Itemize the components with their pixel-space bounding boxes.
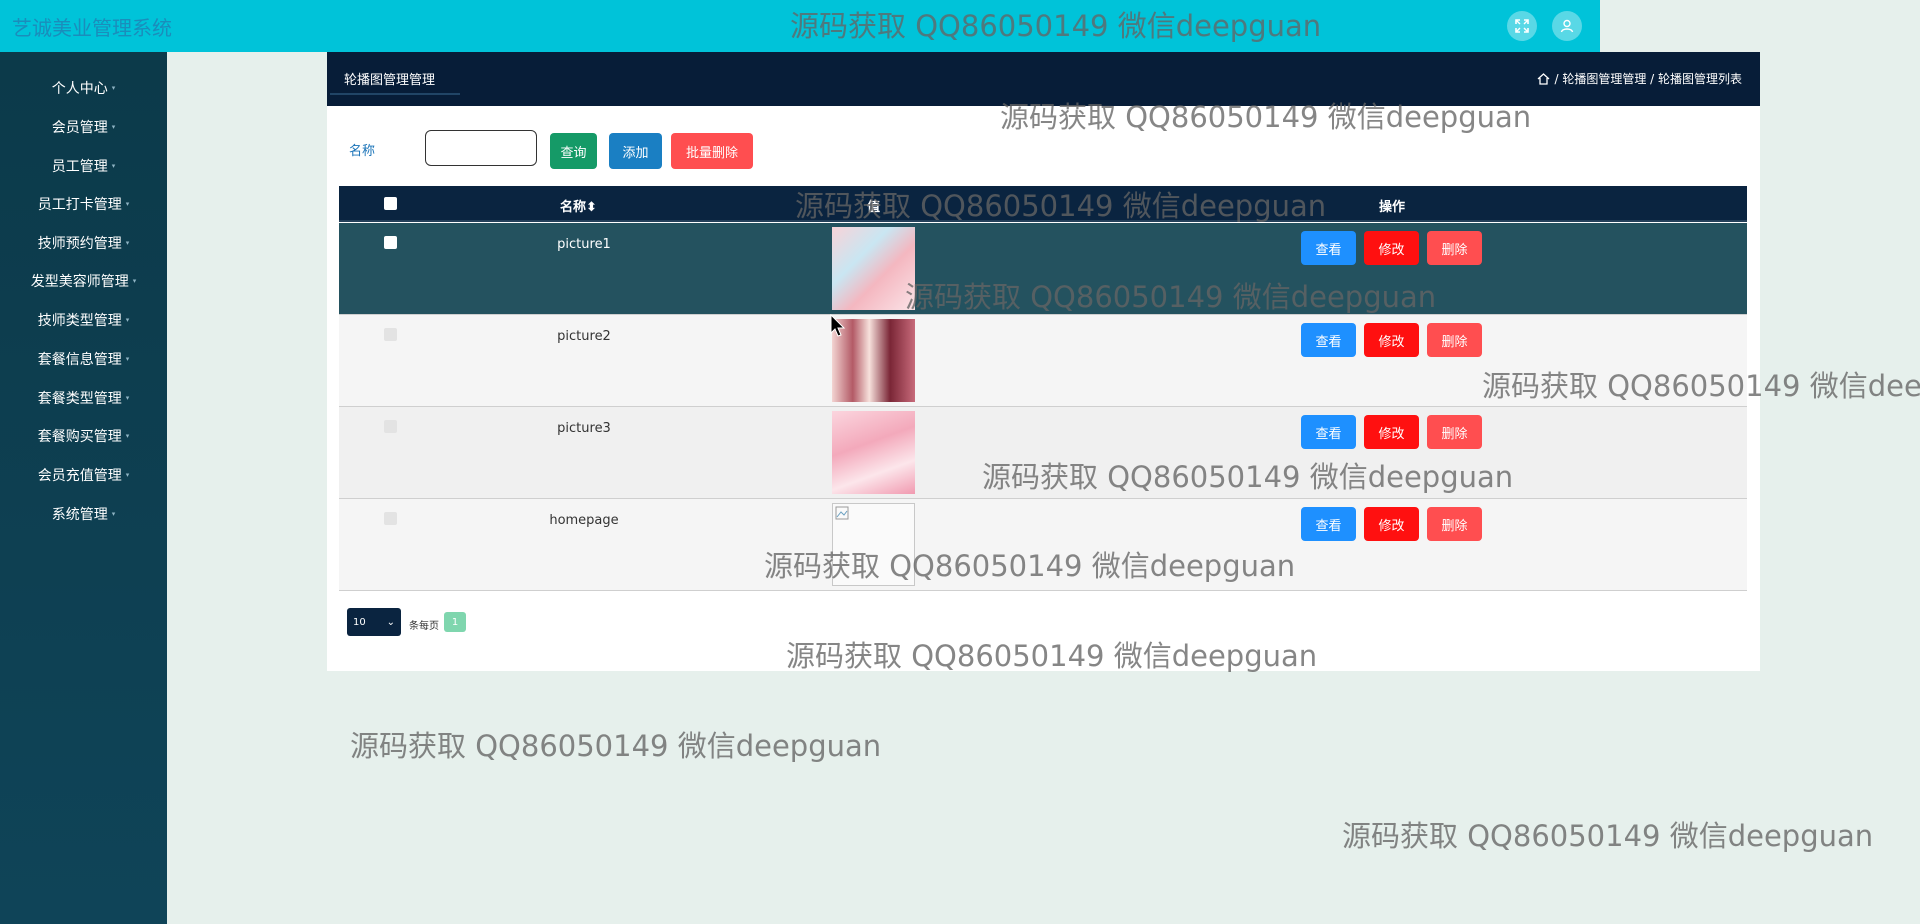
chevron-down-icon: ▾: [111, 84, 116, 92]
row-name: picture3: [557, 421, 611, 436]
search-name-input[interactable]: [425, 130, 537, 166]
row-image-pink-promo-banner[interactable]: [832, 411, 915, 494]
chevron-down-icon: ▾: [125, 316, 130, 324]
sidebar-item-label: 套餐类型管理: [37, 391, 122, 407]
table-row[interactable]: picture1 查看 修改 删除: [339, 223, 1747, 315]
delete-button[interactable]: 删除: [1427, 507, 1482, 541]
chevron-down-icon: ▾: [125, 200, 130, 208]
sidebar-item-label: 个人中心: [51, 81, 108, 97]
sidebar-item-label: 套餐信息管理: [37, 352, 122, 368]
sidebar-item-label: 员工管理: [51, 159, 108, 175]
query-button[interactable]: 查询: [550, 133, 597, 169]
edit-button[interactable]: 修改: [1364, 323, 1419, 357]
delete-button[interactable]: 删除: [1427, 323, 1482, 357]
watermark-text: 源码获取 QQ86050149 微信deepguan: [1342, 819, 1874, 853]
view-button[interactable]: 查看: [1301, 507, 1356, 541]
chevron-down-icon: ▾: [111, 510, 116, 518]
row-name: picture2: [557, 329, 611, 344]
table-header: 名称⬍ 值 操作: [339, 186, 1747, 222]
chevron-down-icon: ▾: [125, 355, 130, 363]
sidebar-item-system[interactable]: 系统管理 ▾: [0, 499, 167, 529]
row-checkbox[interactable]: [384, 328, 397, 341]
user-icon: [1560, 19, 1574, 33]
chevron-down-icon: ⌄: [386, 616, 395, 628]
page-size-value: 10: [353, 616, 366, 628]
column-name-label: 名称: [560, 200, 587, 215]
edit-button[interactable]: 修改: [1364, 231, 1419, 265]
delete-button[interactable]: 删除: [1427, 415, 1482, 449]
sidebar-item-label: 员工打卡管理: [37, 197, 122, 213]
sidebar-item-member-recharge[interactable]: 会员充值管理 ▾: [0, 460, 167, 490]
column-name-header[interactable]: 名称⬍: [560, 196, 597, 215]
sidebar-item-package-purchase[interactable]: 套餐购买管理 ▾: [0, 421, 167, 451]
sidebar-item-label: 技师类型管理: [37, 313, 122, 329]
sort-icon: ⬍: [586, 200, 597, 215]
tab-carousel-management[interactable]: 轮播图管理管理: [330, 63, 460, 95]
chevron-down-icon: ▾: [125, 471, 130, 479]
chevron-down-icon: ▾: [132, 277, 137, 285]
column-actions-header: 操作: [1379, 200, 1406, 215]
row-checkbox[interactable]: [384, 420, 397, 433]
app-title: 艺诚美业管理系统: [12, 16, 172, 40]
sidebar-item-staff-clockin[interactable]: 员工打卡管理 ▾: [0, 189, 167, 219]
edit-button[interactable]: 修改: [1364, 507, 1419, 541]
page-number-current[interactable]: 1: [444, 612, 466, 632]
table-row[interactable]: picture3 查看 修改 删除: [339, 407, 1747, 499]
sidebar-item-stylist[interactable]: 发型美容师管理 ▾: [0, 266, 167, 296]
sidebar-item-package-info[interactable]: 套餐信息管理 ▾: [0, 344, 167, 374]
chevron-down-icon: ▾: [111, 123, 116, 131]
edit-button[interactable]: 修改: [1364, 415, 1419, 449]
content-panel: 轮播图管理管理 / 轮播图管理管理 / 轮播图管理列表 名称 查询 添加 批量删…: [327, 52, 1760, 671]
fullscreen-button[interactable]: [1507, 11, 1537, 41]
column-value-header: 值: [867, 200, 881, 215]
view-button[interactable]: 查看: [1301, 231, 1356, 265]
row-checkbox[interactable]: [384, 236, 397, 249]
breadcrumb-text: / 轮播图管理管理 / 轮播图管理列表: [1554, 72, 1742, 86]
chevron-down-icon: ▾: [125, 239, 130, 247]
view-button[interactable]: 查看: [1301, 415, 1356, 449]
search-name-label: 名称: [349, 144, 376, 159]
sidebar-item-personal-center[interactable]: 个人中心 ▾: [0, 73, 167, 103]
batch-delete-button[interactable]: 批量删除: [671, 133, 753, 169]
top-header: 艺诚美业管理系统: [0, 0, 1600, 52]
sidebar-item-label: 发型美容师管理: [30, 274, 129, 290]
sidebar-item-label: 会员充值管理: [37, 468, 122, 484]
table-row[interactable]: homepage 查看 修改 删除: [339, 499, 1747, 591]
sidebar-item-staff[interactable]: 员工管理 ▾: [0, 151, 167, 181]
sidebar-item-label: 系统管理: [51, 507, 108, 523]
sidebar-item-technician-booking[interactable]: 技师预约管理 ▾: [0, 228, 167, 258]
broken-image-icon: [835, 506, 849, 520]
chevron-down-icon: ▾: [125, 394, 130, 402]
view-button[interactable]: 查看: [1301, 323, 1356, 357]
breadcrumb: / 轮播图管理管理 / 轮播图管理列表: [1537, 70, 1742, 87]
row-name: picture1: [557, 237, 611, 252]
expand-icon: [1515, 19, 1529, 33]
table-row[interactable]: picture2 查看 修改 删除: [339, 315, 1747, 407]
row-image-pink-floral-banner[interactable]: [832, 227, 915, 310]
panel-header: 轮播图管理管理 / 轮播图管理管理 / 轮播图管理列表: [327, 52, 1760, 106]
sidebar-item-label: 技师预约管理: [37, 236, 122, 252]
user-button[interactable]: [1552, 11, 1582, 41]
delete-button[interactable]: 删除: [1427, 231, 1482, 265]
sidebar-item-package-type[interactable]: 套餐类型管理 ▾: [0, 383, 167, 413]
chevron-down-icon: ▾: [111, 162, 116, 170]
row-name: homepage: [549, 513, 619, 528]
sidebar-item-label: 会员管理: [51, 120, 108, 136]
sidebar-item-members[interactable]: 会员管理 ▾: [0, 112, 167, 142]
select-all-checkbox[interactable]: [384, 197, 397, 210]
row-checkbox[interactable]: [384, 512, 397, 525]
sidebar-item-label: 套餐购买管理: [37, 429, 122, 445]
sidebar-item-technician-type[interactable]: 技师类型管理 ▾: [0, 305, 167, 335]
home-icon[interactable]: [1537, 72, 1550, 85]
watermark-text: 源码获取 QQ86050149 微信deepguan: [350, 729, 882, 763]
per-page-label: 条每页: [409, 621, 439, 632]
mouse-cursor-icon: [830, 314, 846, 337]
chevron-down-icon: ▾: [125, 432, 130, 440]
add-button[interactable]: 添加: [609, 133, 662, 169]
page-size-select[interactable]: 10 ⌄: [347, 608, 401, 636]
sidebar: 个人中心 ▾ 会员管理 ▾ 员工管理 ▾ 员工打卡管理 ▾ 技师预约管理 ▾ 发型美容师管…: [0, 52, 167, 924]
row-image-broken-image[interactable]: [832, 503, 915, 586]
